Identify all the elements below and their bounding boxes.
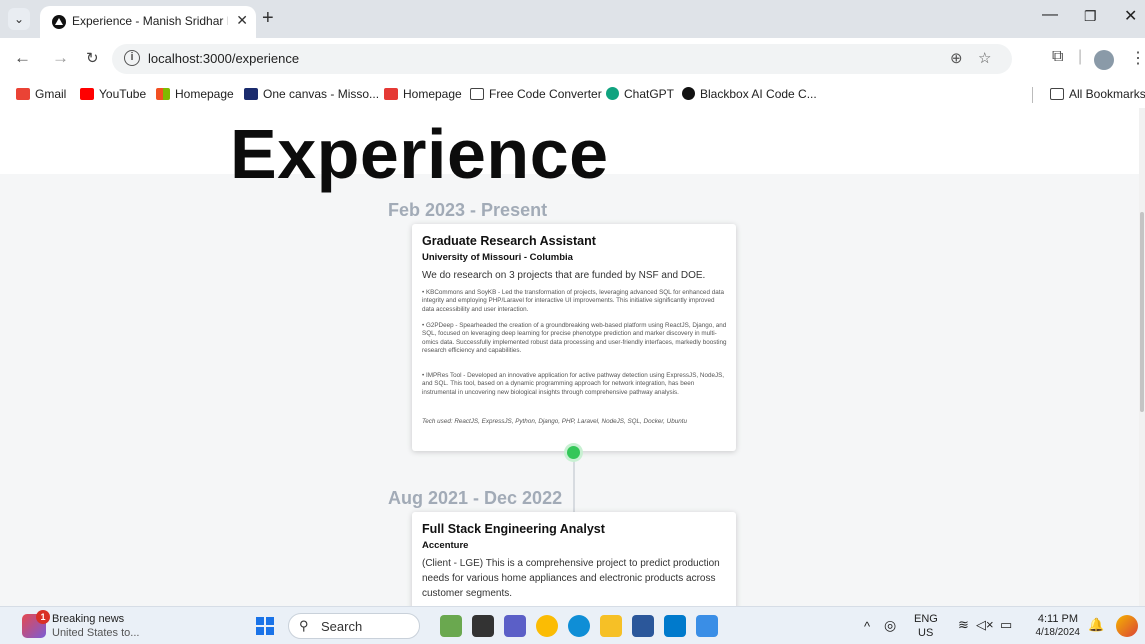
scrollbar[interactable]	[1139, 108, 1145, 606]
tab-title: Experience - Manish Sridhar In	[72, 14, 228, 28]
edge-icon[interactable]	[568, 615, 590, 637]
job-summary: We do research on 3 projects that are fu…	[422, 270, 706, 281]
tray-app-icon[interactable]: ◎	[884, 617, 896, 634]
tab-search-dropdown-icon[interactable]: ⌄	[8, 8, 30, 30]
youtube-icon	[80, 88, 94, 100]
job-summary: (Client - LGE) This is a comprehensive p…	[422, 558, 720, 599]
news-subtitle[interactable]: United States to...	[52, 627, 139, 639]
landscape-app-icon[interactable]	[440, 615, 462, 637]
address-bar[interactable]: i localhost:3000/experience ⊕ ☆	[112, 44, 1012, 74]
back-arrow-icon[interactable]: ←	[14, 48, 31, 68]
experience-card: Graduate Research Assistant University o…	[412, 224, 736, 451]
volume-muted-icon[interactable]: ◁×	[976, 617, 994, 633]
page-title: Experience	[230, 115, 609, 193]
organization: Accenture	[422, 540, 469, 551]
close-window-icon[interactable]: ✕	[1124, 6, 1137, 26]
bookmark-gmail[interactable]: Gmail	[16, 87, 66, 101]
windows-start-icon[interactable]	[256, 617, 274, 635]
site-info-icon[interactable]: i	[124, 50, 140, 66]
bookmark-youtube[interactable]: YouTube	[80, 87, 146, 101]
photos-icon[interactable]	[696, 615, 718, 637]
wifi-icon[interactable]: ≋	[958, 617, 969, 633]
bookmark-blackbox[interactable]: Blackbox AI Code C...	[682, 87, 817, 101]
scrollbar-thumb[interactable]	[1140, 212, 1144, 412]
bookmarks-divider	[1032, 87, 1033, 103]
region-code[interactable]: US	[918, 627, 933, 639]
bookmark-homepage-1[interactable]: Homepage	[156, 87, 234, 101]
homepage-icon	[384, 88, 398, 100]
search-label: Search	[321, 619, 363, 634]
chrome-icon[interactable]	[536, 615, 558, 637]
canvas-icon	[244, 88, 258, 100]
bookmarks-bar: Gmail YouTube Homepage One canvas - Miss…	[0, 82, 1145, 108]
job-title: Full Stack Engineering Analyst	[422, 522, 605, 536]
reload-icon[interactable]: ↻	[86, 49, 99, 67]
all-bookmarks[interactable]: All Bookmarks	[1050, 87, 1145, 101]
taskbar-search[interactable]: ⚲ Search	[288, 613, 420, 639]
teams-icon[interactable]	[504, 615, 526, 637]
project-bullet: • KBCommons and SoyKB - Led the transfor…	[422, 289, 724, 313]
notification-bell-icon[interactable]: 🔔	[1088, 617, 1104, 633]
news-badge: 1	[36, 610, 50, 624]
organization: University of Missouri - Columbia	[422, 252, 573, 263]
blackbox-icon	[682, 87, 695, 100]
zoom-icon[interactable]: ⊕	[950, 49, 963, 67]
tab-experience[interactable]: Experience - Manish Sridhar In ✕	[40, 6, 256, 38]
menu-kebab-icon[interactable]: ⋮	[1130, 48, 1145, 68]
experience-card: Full Stack Engineering Analyst Accenture…	[412, 512, 736, 606]
bookmark-chatgpt[interactable]: ChatGPT	[606, 87, 674, 101]
file-explorer-icon[interactable]	[600, 615, 622, 637]
bookmark-homepage-2[interactable]: Homepage	[384, 87, 462, 101]
project-bullet: • IMPRes Tool - Developed an innovative …	[422, 372, 725, 396]
project-bullet: • G2PDeep - Spearheaded the creation of …	[422, 322, 727, 355]
homepage-icon	[156, 88, 170, 100]
news-title[interactable]: Breaking news	[52, 613, 124, 625]
timeline-line	[573, 453, 575, 513]
gmail-icon	[16, 88, 30, 100]
bookmark-star-icon[interactable]: ☆	[978, 49, 991, 67]
browser-toolbar: ← → ↻ i localhost:3000/experience ⊕ ☆ ⧉ …	[0, 38, 1145, 82]
url-text[interactable]: localhost:3000/experience	[148, 51, 299, 66]
battery-icon[interactable]: ▭	[1000, 617, 1012, 633]
bookmark-free-code-converter[interactable]: Free Code Converter	[470, 87, 602, 101]
timeline-dot	[567, 446, 580, 459]
folder-icon	[1050, 88, 1064, 100]
forward-arrow-icon[interactable]: →	[52, 48, 69, 68]
new-tab-icon[interactable]: +	[262, 7, 274, 30]
tray-chevron-icon[interactable]: ^	[864, 619, 870, 634]
restore-icon[interactable]: ❐	[1084, 8, 1097, 25]
profile-avatar[interactable]	[1094, 50, 1114, 70]
search-icon: ⚲	[299, 618, 309, 633]
page-viewport: Experience Feb 2023 - Present Graduate R…	[0, 108, 1145, 606]
taskbar: 1 Breaking news United States to... ⚲ Se…	[0, 606, 1145, 644]
minimize-icon[interactable]: —	[1042, 6, 1058, 24]
bookmark-one-canvas[interactable]: One canvas - Misso...	[244, 87, 379, 101]
chatgpt-icon	[606, 87, 619, 100]
word-icon[interactable]	[632, 615, 654, 637]
task-view-icon[interactable]	[472, 615, 494, 637]
language-code[interactable]: ENG	[914, 613, 938, 625]
favicon-icon	[52, 15, 66, 29]
toolbar-divider: |	[1078, 48, 1083, 65]
copilot-icon[interactable]	[1116, 615, 1138, 637]
clock-date[interactable]: 4/18/2024	[1026, 627, 1081, 638]
close-tab-icon[interactable]: ✕	[236, 12, 248, 29]
job-title: Graduate Research Assistant	[422, 234, 596, 248]
converter-icon	[470, 88, 484, 100]
experience-date: Aug 2021 - Dec 2022	[388, 488, 563, 508]
tab-bar: ⌄ Experience - Manish Sridhar In ✕ + — ❐…	[0, 0, 1145, 38]
vscode-icon[interactable]	[664, 615, 686, 637]
experience-date: Feb 2023 - Present	[388, 200, 548, 220]
tech-used: Tech used: ReactJS, ExpressJS, Python, D…	[422, 418, 687, 425]
clock-time[interactable]: 4:11 PM	[1028, 613, 1078, 625]
extensions-icon[interactable]: ⧉	[1052, 48, 1063, 66]
